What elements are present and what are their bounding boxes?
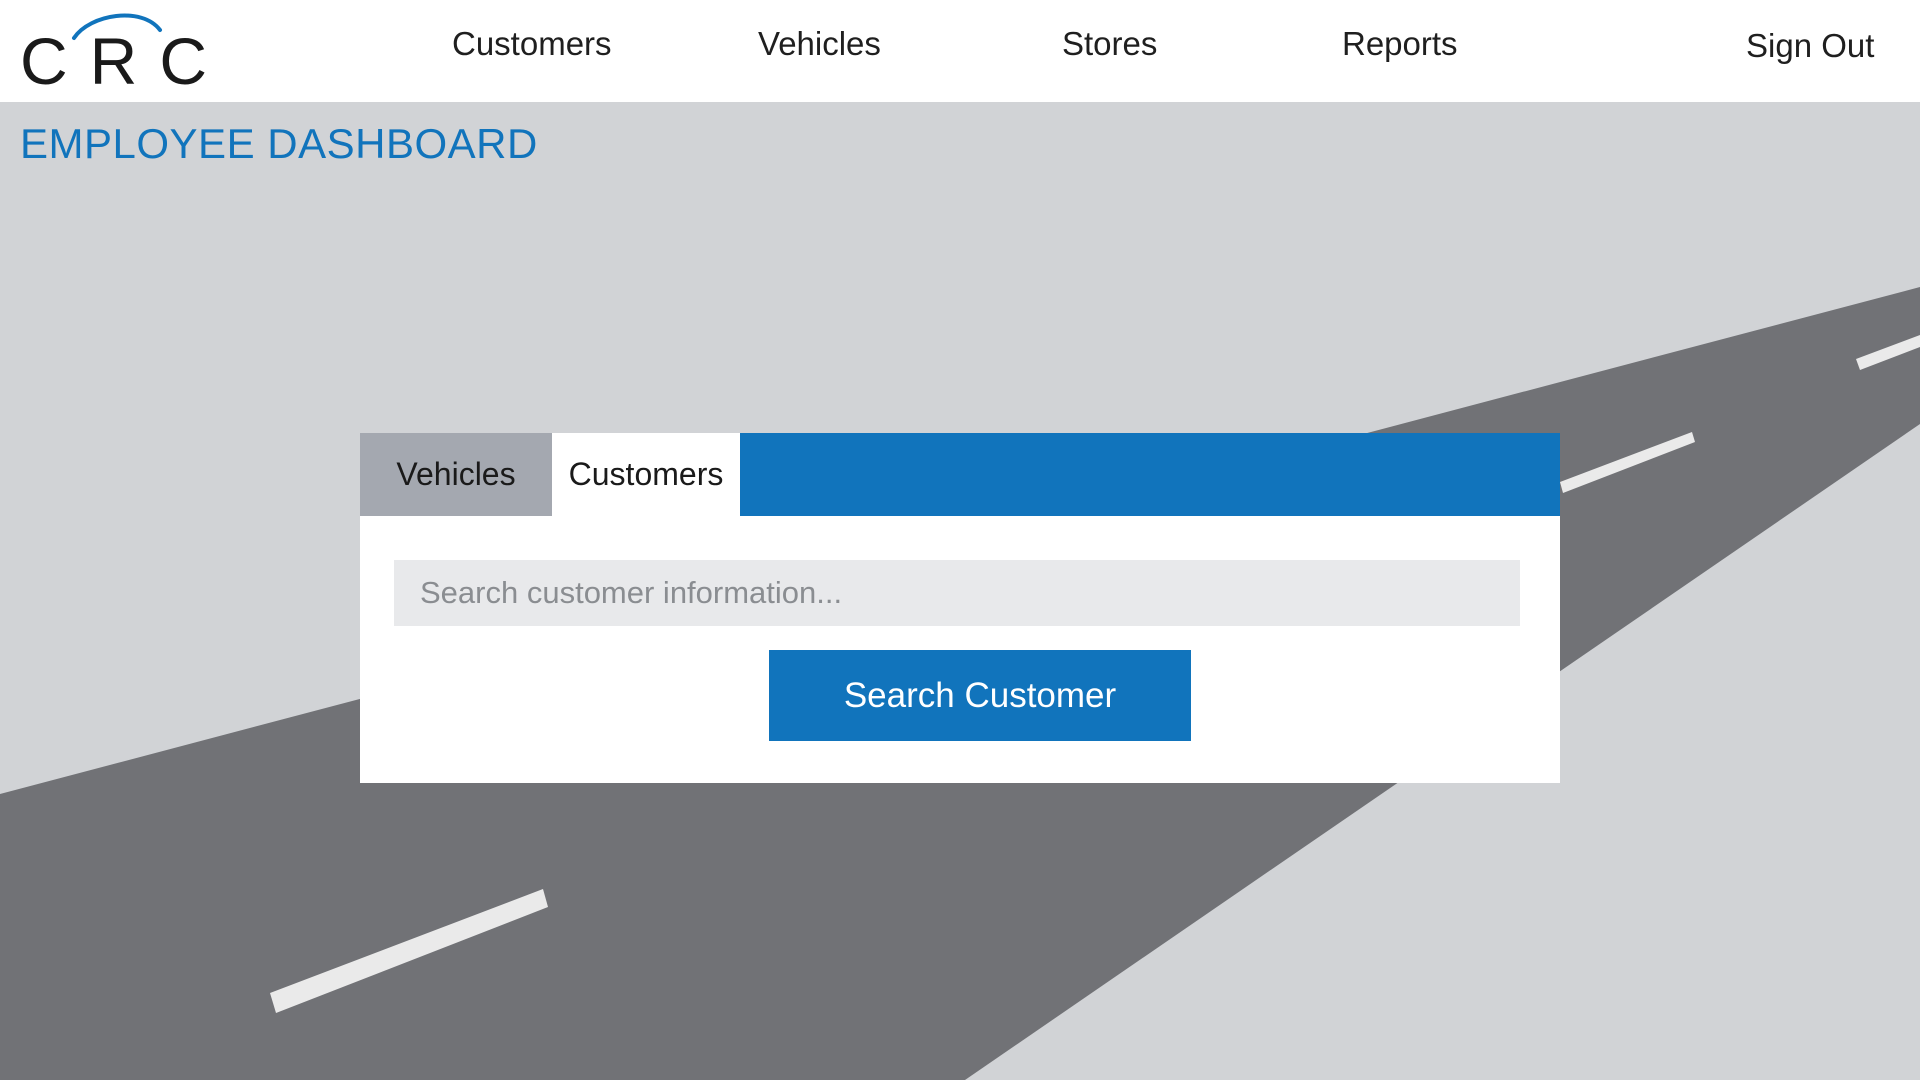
customer-search-input[interactable] (394, 560, 1520, 626)
nav-customers[interactable]: Customers (452, 22, 612, 66)
nav-reports[interactable]: Reports (1342, 22, 1458, 66)
sign-out-link[interactable]: Sign Out (1746, 24, 1874, 68)
search-card-body: Search Customer (360, 516, 1560, 783)
nav-stores[interactable]: Stores (1062, 22, 1157, 66)
top-nav-bar: CRC Customers Vehicles Stores Reports Si… (0, 0, 1920, 102)
main-content: EMPLOYEE DASHBOARD Vehicles Customers Se… (0, 102, 1920, 1080)
tab-vehicles[interactable]: Vehicles (360, 433, 552, 516)
employee-dashboard-page: CRC Customers Vehicles Stores Reports Si… (0, 0, 1920, 1080)
logo-text: CRC (20, 24, 229, 98)
crc-logo[interactable]: CRC (18, 8, 207, 94)
tab-customers[interactable]: Customers (552, 433, 740, 516)
search-card: Vehicles Customers Search Customer (360, 433, 1560, 783)
search-customer-button[interactable]: Search Customer (769, 650, 1191, 741)
nav-vehicles[interactable]: Vehicles (758, 22, 881, 66)
search-tab-bar: Vehicles Customers (360, 433, 1560, 516)
page-title: EMPLOYEE DASHBOARD (20, 120, 538, 167)
